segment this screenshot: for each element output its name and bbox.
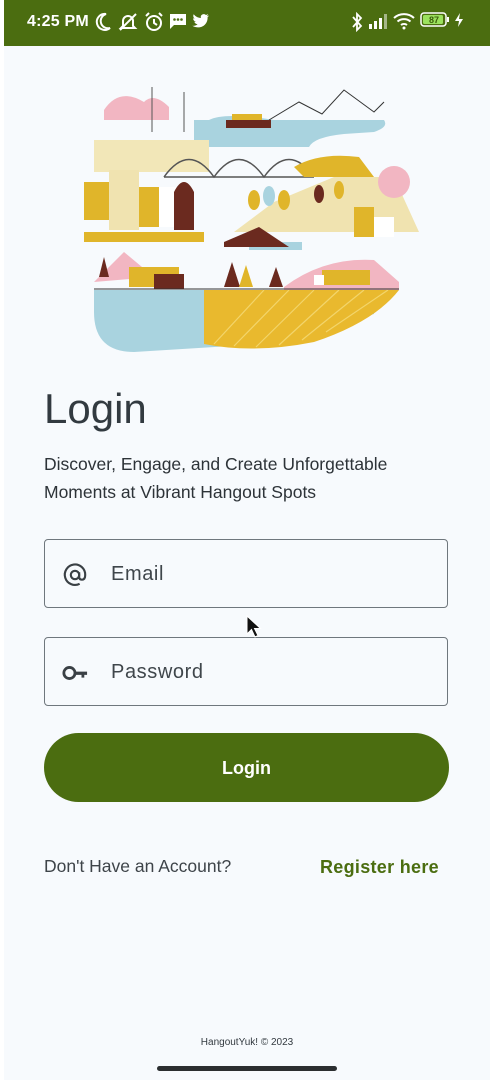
- page-title: Login: [44, 385, 147, 432]
- email-field[interactable]: [44, 539, 448, 609]
- home-indicator[interactable]: [157, 1066, 337, 1071]
- signal-icon: [369, 14, 387, 29]
- page-subtitle: Discover, Engage, and Create Unforgettab…: [44, 454, 388, 502]
- password-input[interactable]: [109, 638, 433, 707]
- at-icon: [63, 563, 87, 586]
- alarm-icon: [145, 12, 163, 31]
- wifi-icon: [393, 13, 415, 30]
- account-prompt: Don't Have an Account?: [44, 856, 232, 876]
- twitter-icon: [192, 14, 209, 28]
- moon-icon: [95, 12, 111, 31]
- key-icon: [62, 666, 88, 680]
- login-screen: 4:25 PM 87 Login Discover, Engage, and C…: [4, 0, 490, 1080]
- mouse-cursor-icon: [246, 615, 262, 638]
- notifications-off-icon: [118, 13, 138, 31]
- footer-copyright: HangoutYuk! © 2023: [200, 1037, 294, 1048]
- city-landscape-illustration: [84, 87, 419, 352]
- bluetooth-icon: [352, 12, 363, 32]
- register-link[interactable]: Register here: [320, 857, 439, 878]
- status-right-icons: 87: [350, 12, 470, 34]
- battery-level: 87: [429, 15, 440, 25]
- charging-icon: [455, 13, 463, 27]
- password-field[interactable]: [44, 637, 448, 707]
- message-icon: [170, 14, 186, 29]
- email-input[interactable]: [109, 540, 433, 609]
- status-bar: 4:25 PM 87: [4, 0, 490, 46]
- login-button[interactable]: Login: [44, 733, 449, 802]
- status-time: 4:25 PM: [27, 13, 89, 30]
